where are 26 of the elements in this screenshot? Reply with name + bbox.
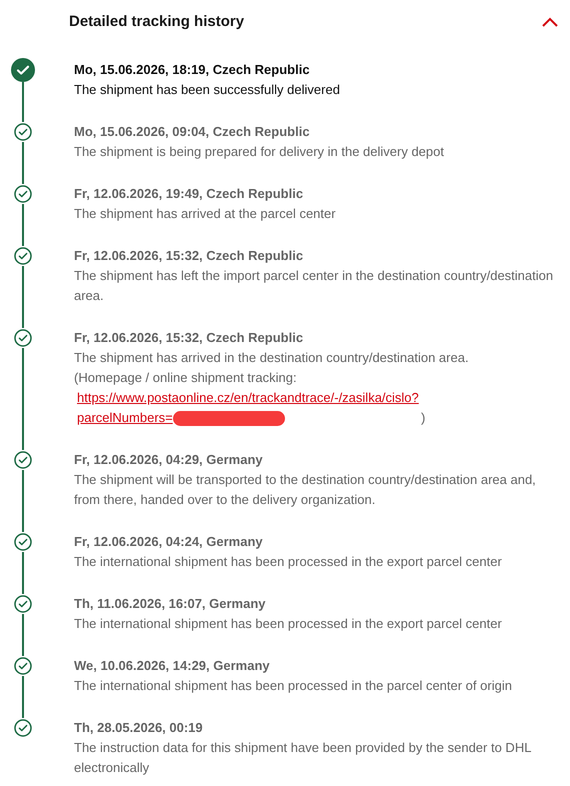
event-heading: Fr, 12.06.2026, 04:29, Germany [74, 451, 264, 469]
event-description: The international shipment has been processed in the parcel center of origin [74, 677, 512, 695]
event-heading: We, 10.06.2026, 14:29, Germany [74, 657, 271, 675]
tracking-link[interactable]: https://www.postaonline.cz/en/trackandtrace/-/zasilka/cislo?parcelNumbers= [74, 388, 419, 428]
event-heading: Fr, 12.06.2026, 19:49, Czech Republic [74, 185, 304, 203]
event-description: The shipment has been successfully delivered [74, 81, 340, 99]
event-heading: Fr, 12.06.2026, 15:32, Czech Republic [74, 247, 304, 265]
section-title: Detailed tracking history [69, 12, 244, 32]
event-heading: Th, 28.05.2026, 00:19 [74, 719, 204, 737]
event-description: The shipment will be transported to the destination country/destination area and, from there, handed over to the delivery organization. [74, 471, 537, 509]
event-heading: Th, 11.06.2026, 16:07, Germany [74, 595, 267, 613]
event-description: The international shipment has been processed in the export parcel center [74, 615, 502, 633]
closing-parenthesis: ) [421, 409, 426, 427]
event-heading: Mo, 15.06.2026, 18:19, Czech Republic [74, 61, 311, 79]
event-description: The shipment is being prepared for delivery in the delivery depot [74, 143, 444, 161]
event-description: The instruction data for this shipment have been provided by the sender to DHL electronically [74, 739, 532, 777]
event-heading: Mo, 15.06.2026, 09:04, Czech Republic [74, 123, 311, 141]
event-description: The shipment has left the import parcel center in the destination country/destination area. [74, 267, 554, 305]
event-note: (Homepage / online shipment tracking: [74, 369, 298, 387]
event-heading: Fr, 12.06.2026, 04:24, Germany [74, 533, 264, 551]
event-description: The shipment has arrived in the destination country/destination area. [74, 349, 469, 367]
event-description: The shipment has arrived at the parcel center [74, 205, 336, 223]
collapse-toggle[interactable] [540, 15, 560, 29]
event-heading: Fr, 12.06.2026, 15:32, Czech Republic [74, 329, 304, 347]
chevron-icon [542, 17, 558, 27]
event-description: The international shipment has been processed in the export parcel center [74, 553, 502, 571]
